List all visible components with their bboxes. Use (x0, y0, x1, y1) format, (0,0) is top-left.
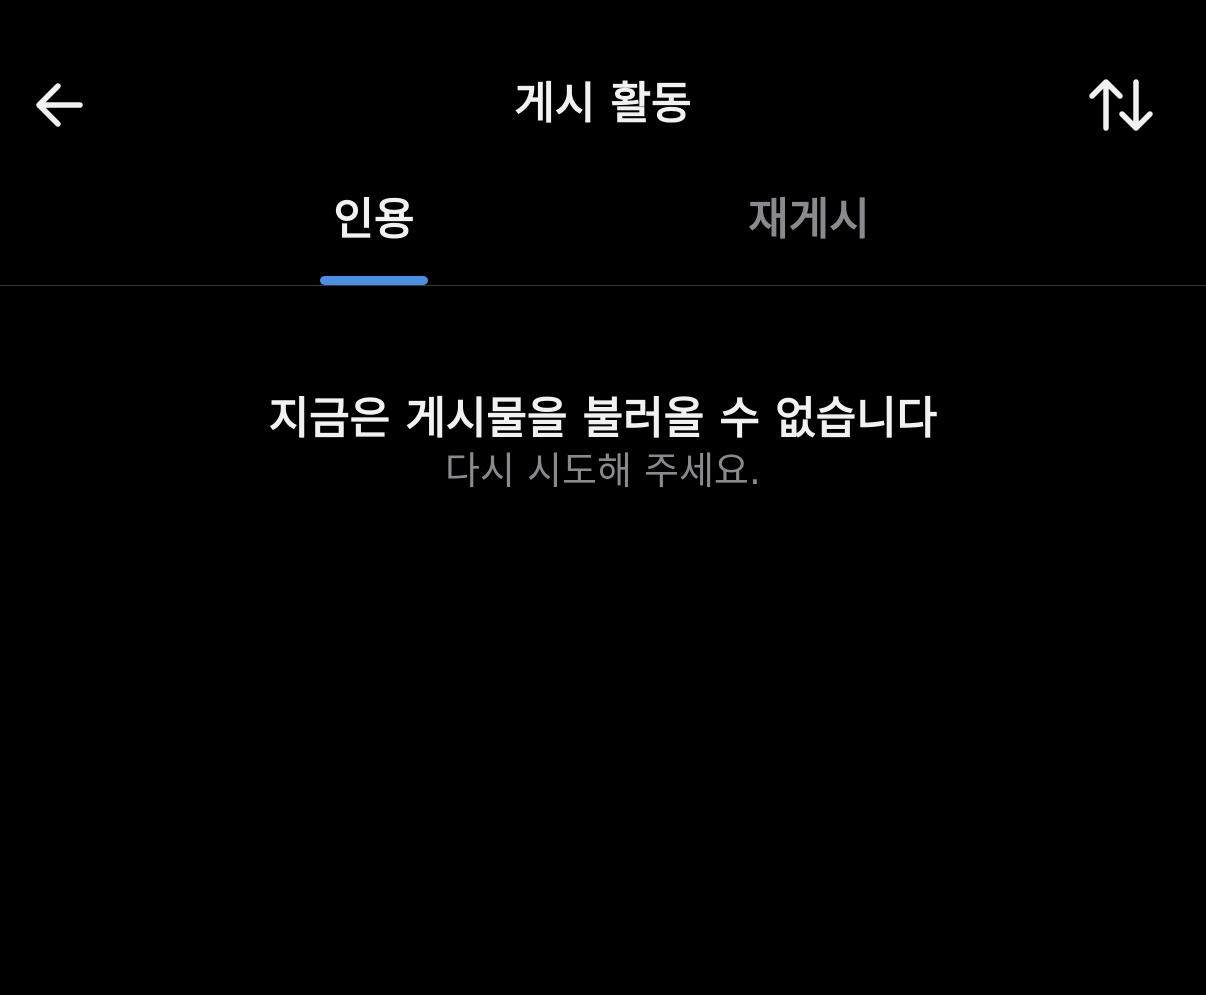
tab-reposts-label: 재게시 (748, 194, 870, 245)
arrow-left-icon (26, 72, 92, 138)
empty-state: 지금은 게시물을 불러올 수 없습니다 다시 시도해 주세요. (0, 390, 1206, 496)
active-tab-indicator (320, 276, 428, 285)
tab-quotes[interactable]: 인용 (70, 180, 678, 285)
empty-state-subtitle: 다시 시도해 주세요. (445, 449, 761, 493)
sort-arrows-icon (1084, 72, 1160, 138)
sort-button[interactable] (1084, 72, 1160, 138)
tab-reposts[interactable]: 재게시 (606, 180, 1012, 285)
empty-state-title: 지금은 게시물을 불러올 수 없습니다 (268, 393, 938, 444)
top-bar: 게시 활동 (0, 0, 1206, 170)
page-title: 게시 활동 (514, 78, 692, 129)
back-button[interactable] (26, 72, 92, 138)
tab-bar: 인용 재게시 (0, 180, 1206, 286)
